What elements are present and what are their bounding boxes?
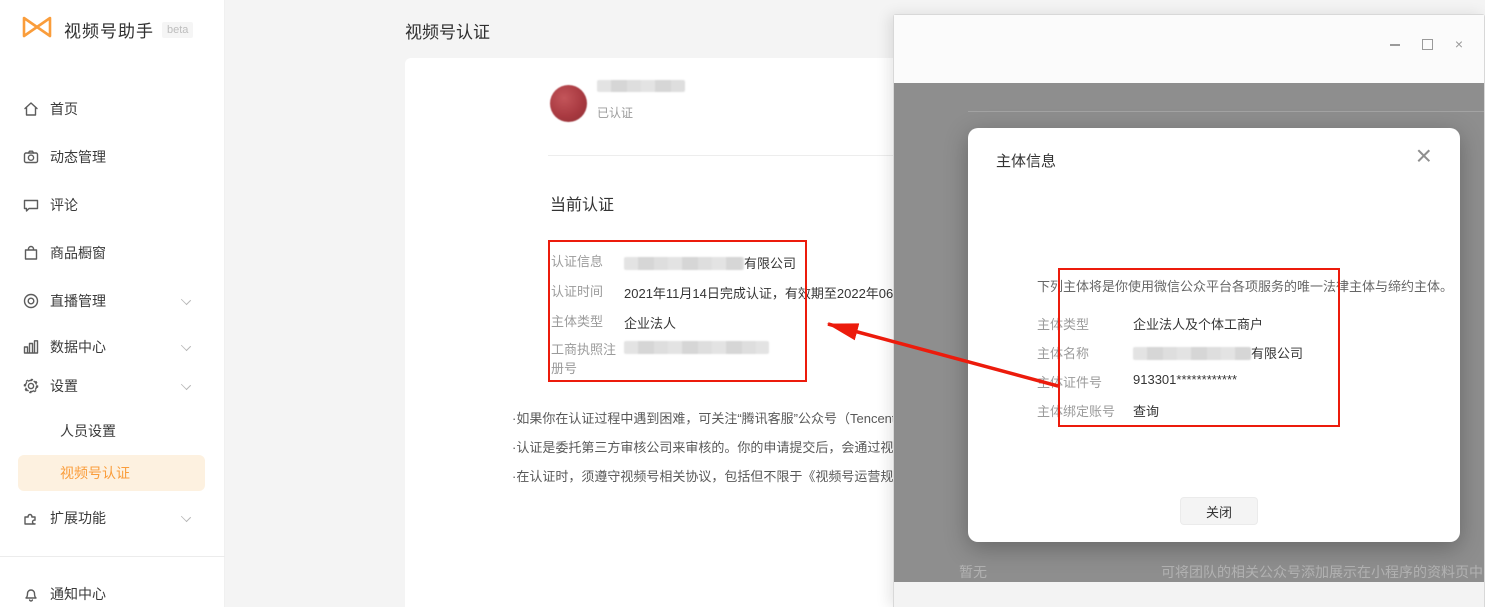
sidebar-item-label: 评论 xyxy=(50,195,78,215)
sidebar-item-label: 视频号认证 xyxy=(60,463,130,483)
channels-logo-icon xyxy=(20,12,56,47)
chart-icon xyxy=(22,338,40,356)
field-label: 主体类型 xyxy=(1037,314,1129,333)
certified-status: 已认证 xyxy=(597,104,633,121)
query-link[interactable]: 查询 xyxy=(1133,401,1433,420)
comment-icon xyxy=(22,196,40,214)
field-label: 主体绑定账号 xyxy=(1037,401,1129,420)
bag-icon xyxy=(22,244,40,262)
sidebar-item-label: 扩展功能 xyxy=(50,508,106,528)
minimize-icon[interactable] xyxy=(1388,37,1402,51)
sidebar-item-live[interactable]: 直播管理 xyxy=(0,285,225,317)
window-bottom-strip xyxy=(894,582,1484,607)
avatar xyxy=(550,85,587,122)
sidebar-item-label: 数据中心 xyxy=(50,337,106,357)
field-value: 913301************ xyxy=(1133,372,1433,387)
field-label: 主体名称 xyxy=(1037,343,1129,362)
window-titlebar: × xyxy=(894,15,1484,83)
sidebar-item-moments[interactable]: 动态管理 xyxy=(0,141,225,173)
dim-divider xyxy=(968,111,1484,112)
sidebar-item-label: 直播管理 xyxy=(50,291,106,311)
sidebar-item-label: 通知中心 xyxy=(50,584,106,604)
sidebar-item-label: 首页 xyxy=(50,99,78,119)
sidebar-item-label: 人员设置 xyxy=(60,421,116,441)
sidebar-item-settings[interactable]: 设置 xyxy=(0,370,225,402)
chevron-down-icon xyxy=(181,295,191,305)
redacted-license-number xyxy=(624,341,769,354)
maximize-icon[interactable] xyxy=(1420,37,1434,51)
chevron-down-icon xyxy=(181,380,191,390)
sidebar-item-channel-certification[interactable]: 视频号认证 xyxy=(0,457,225,489)
app-logo-row: 视频号助手 beta xyxy=(20,12,193,47)
field-label: 认证时间 xyxy=(551,283,621,300)
field-label: 主体类型 xyxy=(551,313,621,330)
sidebar-item-data-center[interactable]: 数据中心 xyxy=(0,331,225,363)
close-window-icon[interactable]: × xyxy=(1452,37,1466,51)
window-controls: × xyxy=(1388,37,1466,51)
app-title: 视频号助手 xyxy=(64,17,154,42)
field-value: 企业法人及个体工商户 xyxy=(1133,314,1433,333)
sidebar-item-notification-center[interactable]: 通知中心 xyxy=(0,578,225,607)
dim-bottom-right-label: 可将团队的相关公众号添加展示在小程序的资料页中 xyxy=(1161,562,1483,582)
app-root: 视频号助手 beta 首页 动态管理 评论 商品橱窗 xyxy=(0,0,1485,607)
field-label: 工商执照注册号 xyxy=(551,340,621,378)
redacted-company-name xyxy=(624,257,744,270)
page-title: 视频号认证 xyxy=(405,18,490,43)
sidebar-item-home[interactable]: 首页 xyxy=(0,93,225,125)
close-icon[interactable]: × xyxy=(1416,140,1432,172)
close-button[interactable]: 关闭 xyxy=(1180,497,1258,525)
sidebar-item-label: 设置 xyxy=(50,376,78,396)
live-icon xyxy=(22,292,40,310)
sidebar-item-comments[interactable]: 评论 xyxy=(0,189,225,221)
redacted-account-name xyxy=(597,80,685,92)
modal-description: 下列主体将是你使用微信公众平台各项服务的唯一法律主体与缔约主体。 xyxy=(1037,276,1457,295)
sidebar-item-label: 动态管理 xyxy=(50,147,106,167)
sidebar-item-product-window[interactable]: 商品橱窗 xyxy=(0,237,225,269)
chevron-down-icon xyxy=(181,512,191,522)
bell-icon xyxy=(22,585,40,603)
puzzle-icon xyxy=(22,509,40,527)
camera-icon xyxy=(22,148,40,166)
chevron-down-icon xyxy=(181,341,191,351)
field-label: 认证信息 xyxy=(551,253,621,270)
sidebar-item-extensions[interactable]: 扩展功能 xyxy=(0,502,225,534)
field-value: 有限公司 xyxy=(1133,343,1433,362)
field-label: 主体证件号 xyxy=(1037,372,1129,391)
sidebar: 视频号助手 beta 首页 动态管理 评论 商品橱窗 xyxy=(0,0,225,607)
home-icon xyxy=(22,100,40,118)
redacted-subject-name xyxy=(1133,347,1251,360)
sidebar-item-staff-settings[interactable]: 人员设置 xyxy=(0,415,225,447)
section-title: 当前认证 xyxy=(550,191,614,215)
sidebar-item-label: 商品橱窗 xyxy=(50,243,106,263)
subject-info-modal: 主体信息 × 下列主体将是你使用微信公众平台各项服务的唯一法律主体与缔约主体。 … xyxy=(968,128,1460,542)
beta-badge: beta xyxy=(162,22,193,38)
modal-title: 主体信息 xyxy=(996,150,1056,171)
dim-bottom-left-label: 暂无 xyxy=(959,562,987,582)
gear-icon xyxy=(22,377,40,395)
sidebar-divider xyxy=(0,556,225,557)
